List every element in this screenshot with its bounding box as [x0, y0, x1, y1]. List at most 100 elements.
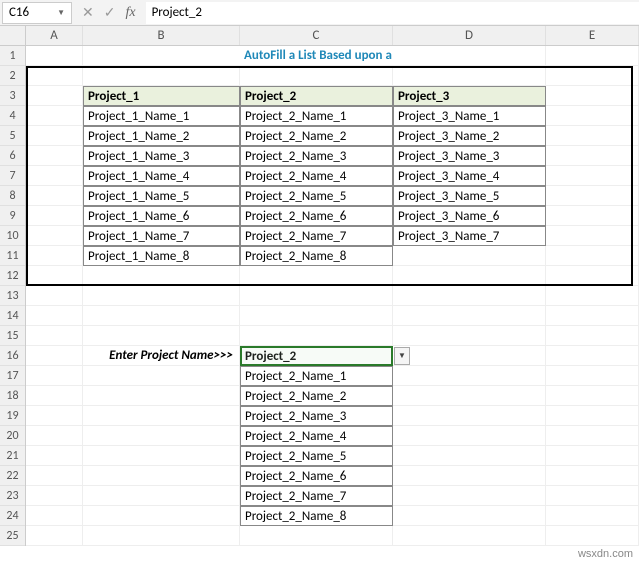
cell[interactable]: [26, 246, 83, 266]
table-cell[interactable]: Project_1_Name_8: [83, 246, 240, 266]
table-cell[interactable]: Project_3_Name_2: [393, 126, 546, 146]
row-header[interactable]: 19: [0, 406, 25, 426]
cell[interactable]: [546, 346, 639, 366]
cell[interactable]: [393, 286, 546, 306]
cell[interactable]: [26, 326, 83, 346]
cell[interactable]: [26, 306, 83, 326]
result-cell[interactable]: Project_2_Name_2: [240, 386, 393, 406]
cell[interactable]: [26, 346, 83, 366]
prompt-label[interactable]: Enter Project Name>>>: [83, 346, 240, 366]
cell[interactable]: [546, 506, 639, 526]
cell[interactable]: [83, 506, 240, 526]
table-header[interactable]: Project_2: [240, 86, 393, 106]
cell[interactable]: [393, 346, 546, 366]
col-header-A[interactable]: A: [26, 26, 83, 45]
table-cell[interactable]: Project_2_Name_2: [240, 126, 393, 146]
formula-input[interactable]: Project_2: [146, 2, 639, 24]
cell[interactable]: [546, 186, 639, 206]
result-cell[interactable]: Project_2_Name_8: [240, 506, 393, 526]
name-box[interactable]: C16 ▼: [2, 2, 72, 24]
row-header[interactable]: 18: [0, 386, 25, 406]
cell[interactable]: [26, 166, 83, 186]
row-header[interactable]: 14: [0, 306, 25, 326]
cell[interactable]: [240, 306, 393, 326]
table-cell[interactable]: Project_1_Name_7: [83, 226, 240, 246]
row-header[interactable]: 12: [0, 266, 25, 286]
accept-icon[interactable]: ✓: [104, 4, 116, 21]
cell[interactable]: [546, 486, 639, 506]
table-cell[interactable]: Project_3_Name_1: [393, 106, 546, 126]
cell[interactable]: [83, 266, 240, 286]
table-cell[interactable]: Project_2_Name_6: [240, 206, 393, 226]
cell[interactable]: [26, 506, 83, 526]
page-title[interactable]: [83, 46, 240, 66]
cell[interactable]: [546, 466, 639, 486]
cell[interactable]: [26, 106, 83, 126]
row-header[interactable]: 8: [0, 186, 25, 206]
cell[interactable]: [546, 106, 639, 126]
cell[interactable]: [546, 126, 639, 146]
cell[interactable]: [546, 326, 639, 346]
row-header[interactable]: 4: [0, 106, 25, 126]
cell[interactable]: [393, 406, 546, 426]
table-cell[interactable]: Project_2_Name_8: [240, 246, 393, 266]
cell[interactable]: [83, 426, 240, 446]
row-header[interactable]: 25: [0, 526, 25, 546]
cell[interactable]: [393, 526, 546, 546]
cell[interactable]: [26, 486, 83, 506]
col-header-D[interactable]: D: [393, 26, 546, 45]
dropdown-arrow-icon[interactable]: ▼: [394, 347, 410, 365]
cell[interactable]: [26, 226, 83, 246]
table-cell[interactable]: Project_2_Name_7: [240, 226, 393, 246]
result-cell[interactable]: Project_2_Name_4: [240, 426, 393, 446]
cell[interactable]: [546, 426, 639, 446]
row-header[interactable]: 15: [0, 326, 25, 346]
cell[interactable]: [546, 206, 639, 226]
cell[interactable]: [26, 426, 83, 446]
cell[interactable]: [26, 146, 83, 166]
row-header[interactable]: 21: [0, 446, 25, 466]
row-header[interactable]: 3: [0, 86, 25, 106]
cell[interactable]: [26, 206, 83, 226]
cell[interactable]: [393, 506, 546, 526]
cell[interactable]: [393, 386, 546, 406]
cell[interactable]: [83, 286, 240, 306]
cell[interactable]: [26, 46, 83, 66]
cell[interactable]: [83, 466, 240, 486]
cell[interactable]: [83, 326, 240, 346]
cell[interactable]: [393, 66, 546, 86]
cell[interactable]: [83, 406, 240, 426]
cell[interactable]: [26, 186, 83, 206]
cell[interactable]: [26, 446, 83, 466]
cell[interactable]: [26, 66, 83, 86]
table-header[interactable]: Project_1: [83, 86, 240, 106]
cell[interactable]: [546, 226, 639, 246]
table-cell[interactable]: Project_1_Name_4: [83, 166, 240, 186]
cell[interactable]: [26, 266, 83, 286]
cell[interactable]: [26, 406, 83, 426]
cell[interactable]: [546, 266, 639, 286]
cell[interactable]: [26, 86, 83, 106]
cell[interactable]: [26, 386, 83, 406]
result-cell[interactable]: Project_2_Name_7: [240, 486, 393, 506]
cell[interactable]: [26, 126, 83, 146]
cell[interactable]: [546, 86, 639, 106]
cell[interactable]: [26, 466, 83, 486]
cell[interactable]: [240, 286, 393, 306]
row-header[interactable]: 7: [0, 166, 25, 186]
table-cell[interactable]: Project_2_Name_5: [240, 186, 393, 206]
cell[interactable]: [546, 526, 639, 546]
cell[interactable]: [83, 306, 240, 326]
table-cell[interactable]: Project_1_Name_3: [83, 146, 240, 166]
cell[interactable]: [83, 446, 240, 466]
page-title-c[interactable]: AutoFill a List Based upon a Cell Value: [240, 46, 393, 66]
cell[interactable]: [546, 286, 639, 306]
result-cell[interactable]: Project_2_Name_5: [240, 446, 393, 466]
cell[interactable]: [546, 386, 639, 406]
row-header[interactable]: 11: [0, 246, 25, 266]
row-header[interactable]: 22: [0, 466, 25, 486]
cell[interactable]: [546, 246, 639, 266]
project-dropdown[interactable]: Project_2: [240, 346, 393, 366]
cell[interactable]: [546, 306, 639, 326]
cell[interactable]: [83, 486, 240, 506]
